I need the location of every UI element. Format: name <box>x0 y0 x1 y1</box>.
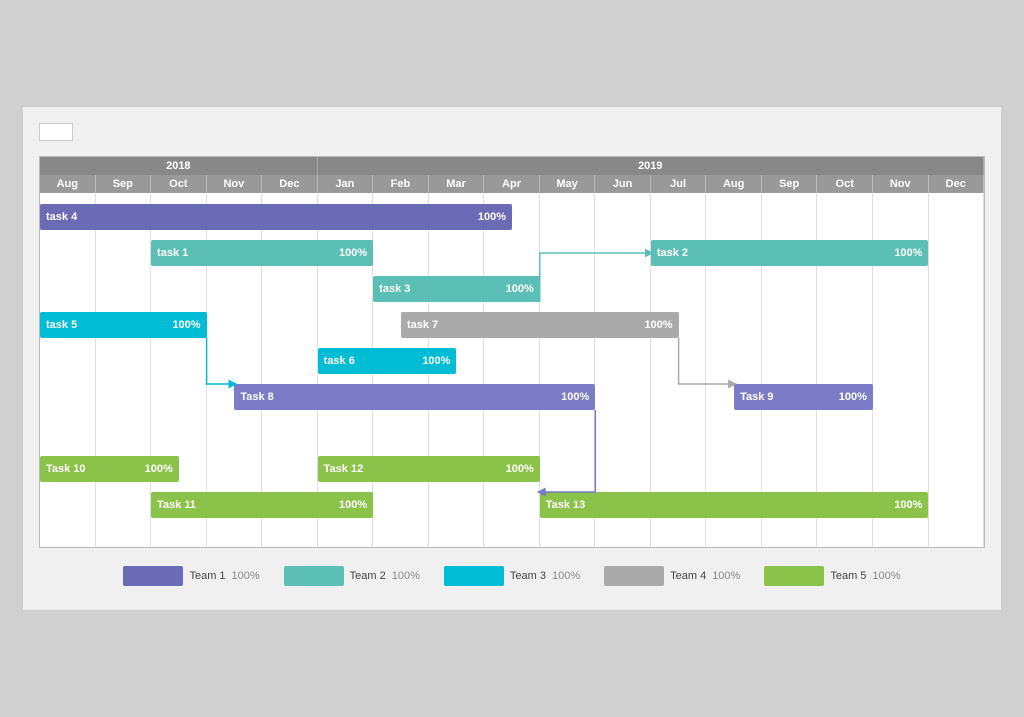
task-bar-task4: task 4 100% <box>40 204 512 230</box>
month-cell: Aug <box>706 175 762 193</box>
task-label: task 4 <box>46 211 77 223</box>
task-pct: 100% <box>886 499 922 511</box>
task-label: Task 10 <box>46 463 86 475</box>
task-bar-task2: task 2 100% <box>651 240 929 266</box>
legend-label: Team 3 <box>510 570 546 582</box>
task-label: Task 9 <box>740 391 773 403</box>
task-bar-task12: Task 12 100% <box>318 456 540 482</box>
task-bar-task5: task 5 100% <box>40 312 207 338</box>
month-cell: Sep <box>762 175 818 193</box>
legend-label: Team 4 <box>670 570 706 582</box>
task-bar-task13: Task 13 100% <box>540 492 929 518</box>
month-cell: Oct <box>817 175 873 193</box>
year-cell: 2018 <box>40 157 318 175</box>
task-label: task 1 <box>157 247 188 259</box>
legend-color-box <box>123 566 183 586</box>
month-cell: Aug <box>40 175 96 193</box>
legend-color-box <box>764 566 824 586</box>
task-pct: 100% <box>553 391 589 403</box>
year-cell: 2019 <box>318 157 984 175</box>
task-label: task 7 <box>407 319 438 331</box>
task-label: task 6 <box>324 355 355 367</box>
task-pct: 100% <box>414 355 450 367</box>
month-cell: Jun <box>595 175 651 193</box>
task-pct: 100% <box>164 319 200 331</box>
legend-pct: 100% <box>552 570 580 582</box>
legend-label: Team 5 <box>830 570 866 582</box>
task-bar-task3: task 3 100% <box>373 276 540 302</box>
legend-pct: 100% <box>712 570 740 582</box>
month-cell: Dec <box>262 175 318 193</box>
task-label: Task 11 <box>157 499 196 511</box>
month-cell: Apr <box>484 175 540 193</box>
task-bar-task7: task 7 100% <box>401 312 679 338</box>
task-pct: 100% <box>137 463 173 475</box>
legend-item: Team 1 100% <box>123 566 259 586</box>
task-bar-task11: Task 11 100% <box>151 492 373 518</box>
task-bar-task1: task 1 100% <box>151 240 373 266</box>
year-header: 20182019 <box>40 157 984 175</box>
task-bar-task10: Task 10 100% <box>40 456 179 482</box>
month-cell: Sep <box>96 175 152 193</box>
task-pct: 100% <box>470 211 506 223</box>
month-cell: Oct <box>151 175 207 193</box>
task-pct: 100% <box>831 391 867 403</box>
task-label: Task 13 <box>546 499 586 511</box>
month-cell: Feb <box>373 175 429 193</box>
month-cell: Nov <box>207 175 263 193</box>
legend-label: Team 1 <box>189 570 225 582</box>
legend-color-box <box>604 566 664 586</box>
month-cell: Jul <box>651 175 707 193</box>
task-bar-task6: task 6 100% <box>318 348 457 374</box>
month-cell: Jan <box>318 175 374 193</box>
task-bar-task8: Task 8 100% <box>234 384 595 410</box>
month-cell: Nov <box>873 175 929 193</box>
legend-color-box <box>444 566 504 586</box>
main-container: 20182019 AugSepOctNovDecJanFebMarAprMayJ… <box>22 106 1002 611</box>
task-pct: 100% <box>331 247 367 259</box>
task-pct: 100% <box>331 499 367 511</box>
month-header: AugSepOctNovDecJanFebMarAprMayJunJulAugS… <box>40 175 984 193</box>
legend-pct: 100% <box>872 570 900 582</box>
month-cell: May <box>540 175 596 193</box>
legend-pct: 100% <box>232 570 260 582</box>
legend-color-box <box>284 566 344 586</box>
legend-item: Team 5 100% <box>764 566 900 586</box>
legend-item: Team 2 100% <box>284 566 420 586</box>
task-bar-task9: Task 9 100% <box>734 384 873 410</box>
gantt-body: task 4 100% task 1 100% task 3 100% task 2 100%… <box>40 193 984 547</box>
month-cell: Mar <box>429 175 485 193</box>
month-cell: Dec <box>929 175 985 193</box>
legend: Team 1 100% Team 2 100% Team 3 100% Team 4 100%… <box>39 566 985 586</box>
legend-item: Team 4 100% <box>604 566 740 586</box>
task-label: Task 8 <box>240 391 273 403</box>
task-pct: 100% <box>498 283 534 295</box>
legend-label: Team 2 <box>350 570 386 582</box>
task-pct: 100% <box>886 247 922 259</box>
task-pct: 100% <box>636 319 672 331</box>
task-label: task 3 <box>379 283 410 295</box>
chart-title <box>39 123 73 141</box>
gantt-chart: 20182019 AugSepOctNovDecJanFebMarAprMayJ… <box>39 156 985 548</box>
legend-pct: 100% <box>392 570 420 582</box>
task-label: Task 12 <box>324 463 364 475</box>
task-pct: 100% <box>498 463 534 475</box>
task-label: task 2 <box>657 247 688 259</box>
task-label: task 5 <box>46 319 77 331</box>
legend-item: Team 3 100% <box>444 566 580 586</box>
